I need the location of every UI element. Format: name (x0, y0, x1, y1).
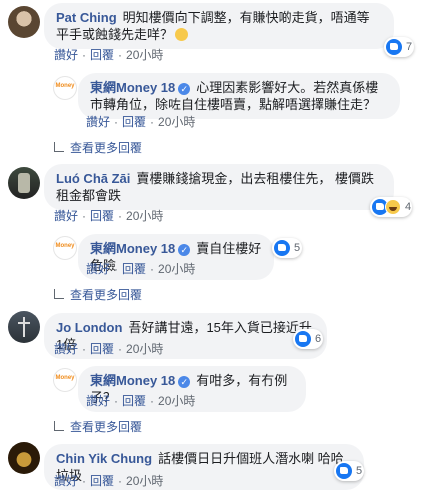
reply-arrow-icon (54, 141, 64, 152)
reply-button[interactable]: 回覆 (90, 474, 114, 488)
comment-bubble: Luó Chā Zāi 賣樓賺錢搶現金，出去租樓住先， 樓價跌租金都會跌 (44, 164, 394, 210)
reaction-count: 5 (294, 242, 301, 254)
reply-button[interactable]: 回覆 (122, 115, 146, 129)
like-button[interactable]: 讚好 (54, 342, 78, 356)
like-button[interactable]: 讚好 (86, 115, 110, 129)
like-button[interactable]: 讚好 (54, 474, 78, 488)
avatar[interactable]: Money (53, 368, 77, 392)
like-button[interactable]: 讚好 (54, 48, 78, 62)
like-button[interactable]: 讚好 (86, 394, 110, 408)
timestamp[interactable]: 20小時 (158, 115, 195, 129)
reaction-count: 7 (406, 41, 413, 53)
like-button[interactable]: 讚好 (86, 262, 110, 276)
avatar[interactable]: Money (53, 76, 77, 100)
comment-actions: 讚好 · 回覆 · 20小時 (54, 48, 164, 62)
comment-actions: 讚好 · 回覆 · 20小時 (54, 474, 164, 488)
comment-actions: 讚好 · 回覆 · 20小時 (54, 209, 164, 223)
avatar[interactable]: Money (53, 236, 77, 260)
comment-bubble: Pat Ching 明知樓價向下調整，有賺快啲走貨，唔通等平手或蝕錢先走咩？ (44, 3, 394, 49)
reactions-badge[interactable]: 5 (272, 238, 302, 258)
avatar[interactable] (8, 311, 40, 343)
avatar[interactable] (8, 6, 40, 38)
timestamp[interactable]: 20小時 (126, 342, 163, 356)
reply-arrow-icon (54, 420, 64, 431)
timestamp[interactable]: 20小時 (158, 262, 195, 276)
reaction-count: 4 (405, 201, 412, 213)
like-reaction-icon (386, 39, 402, 55)
author-name[interactable]: 東網Money 18 (90, 241, 175, 256)
timestamp[interactable]: 20小時 (158, 394, 195, 408)
author-name[interactable]: Luó Chā Zāi (56, 171, 130, 186)
haha-reaction-icon (385, 199, 401, 215)
verified-badge-icon: ✓ (178, 244, 191, 256)
reply-button[interactable]: 回覆 (90, 209, 114, 223)
timestamp[interactable]: 20小時 (126, 48, 163, 62)
like-reaction-icon (336, 463, 352, 479)
author-name[interactable]: 東網Money 18 (90, 373, 175, 388)
reply-button[interactable]: 回覆 (122, 394, 146, 408)
reaction-count: 6 (315, 333, 322, 345)
view-more-replies-link[interactable]: 查看更多回覆 (54, 418, 142, 435)
reactions-badge[interactable]: 5 (334, 461, 364, 481)
reply-actions: 讚好 · 回覆 · 20小時 (86, 115, 196, 129)
like-button[interactable]: 讚好 (54, 209, 78, 223)
author-name[interactable]: Pat Ching (56, 10, 117, 25)
reply-button[interactable]: 回覆 (90, 48, 114, 62)
like-reaction-icon (295, 331, 311, 347)
like-reaction-icon (274, 240, 290, 256)
timestamp[interactable]: 20小時 (126, 209, 163, 223)
verified-badge-icon: ✓ (178, 83, 191, 95)
reactions-badge[interactable]: 4 (370, 197, 412, 217)
author-name[interactable]: Jo London (56, 320, 122, 335)
comment-actions: 讚好 · 回覆 · 20小時 (54, 342, 164, 356)
reply-arrow-icon (54, 288, 64, 299)
author-name[interactable]: 東網Money 18 (90, 80, 175, 95)
reactions-badge[interactable]: 7 (384, 37, 414, 57)
reply-actions: 讚好 · 回覆 · 20小時 (86, 394, 196, 408)
avatar[interactable] (8, 442, 40, 474)
author-name[interactable]: Chin Yik Chung (56, 451, 152, 466)
reply-button[interactable]: 回覆 (122, 262, 146, 276)
view-more-replies-link[interactable]: 查看更多回覆 (54, 286, 142, 303)
reaction-count: 5 (356, 465, 363, 477)
timestamp[interactable]: 20小時 (126, 474, 163, 488)
view-more-replies-link[interactable]: 查看更多回覆 (54, 139, 142, 156)
avatar[interactable] (8, 167, 40, 199)
reactions-badge[interactable]: 6 (293, 329, 323, 349)
reply-actions: 讚好 · 回覆 · 20小時 (86, 262, 196, 276)
laugh-emoji-icon (175, 28, 189, 41)
reply-button[interactable]: 回覆 (90, 342, 114, 356)
verified-badge-icon: ✓ (178, 376, 191, 388)
